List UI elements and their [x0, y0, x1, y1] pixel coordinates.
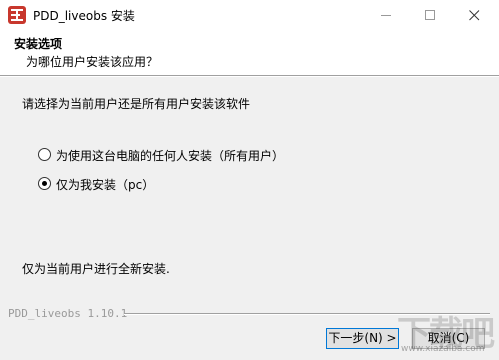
page-title: 安装选项	[14, 37, 63, 51]
radio-unselected-icon	[38, 148, 51, 161]
app-logo-icon	[8, 6, 26, 24]
close-icon	[469, 10, 480, 21]
radio-current-user-label: 仅为我安装（pc）	[56, 178, 155, 192]
wizard-header: 安装选项 为哪位用户安装该应用？	[0, 30, 499, 75]
close-button[interactable]	[452, 0, 496, 30]
installer-window: PDD_liveobs 安装 安装选项 为哪位用户安装该应用？ 请选择为当前用户…	[0, 0, 499, 360]
radio-selected-icon	[38, 177, 51, 190]
next-button[interactable]: 下一步(N) >	[326, 328, 399, 349]
maximize-icon	[425, 10, 435, 20]
instruction-text: 请选择为当前用户还是所有用户安装该软件	[22, 97, 251, 111]
radio-all-users-label: 为使用这台电脑的任何人安装（所有用户）	[56, 149, 285, 163]
installer-brand-version: PDD_liveobs 1.10.1	[8, 307, 128, 320]
page-subtitle: 为哪位用户安装该应用？	[26, 55, 159, 69]
install-info-text: 仅为当前用户进行全新安装.	[22, 262, 170, 276]
maximize-button[interactable]	[408, 0, 452, 30]
minimize-button[interactable]	[364, 0, 408, 30]
window-title: PDD_liveobs 安装	[33, 9, 135, 23]
cancel-button[interactable]: 取消(C)	[412, 328, 485, 349]
title-bar: PDD_liveobs 安装	[0, 0, 499, 30]
minimize-icon	[381, 15, 391, 16]
